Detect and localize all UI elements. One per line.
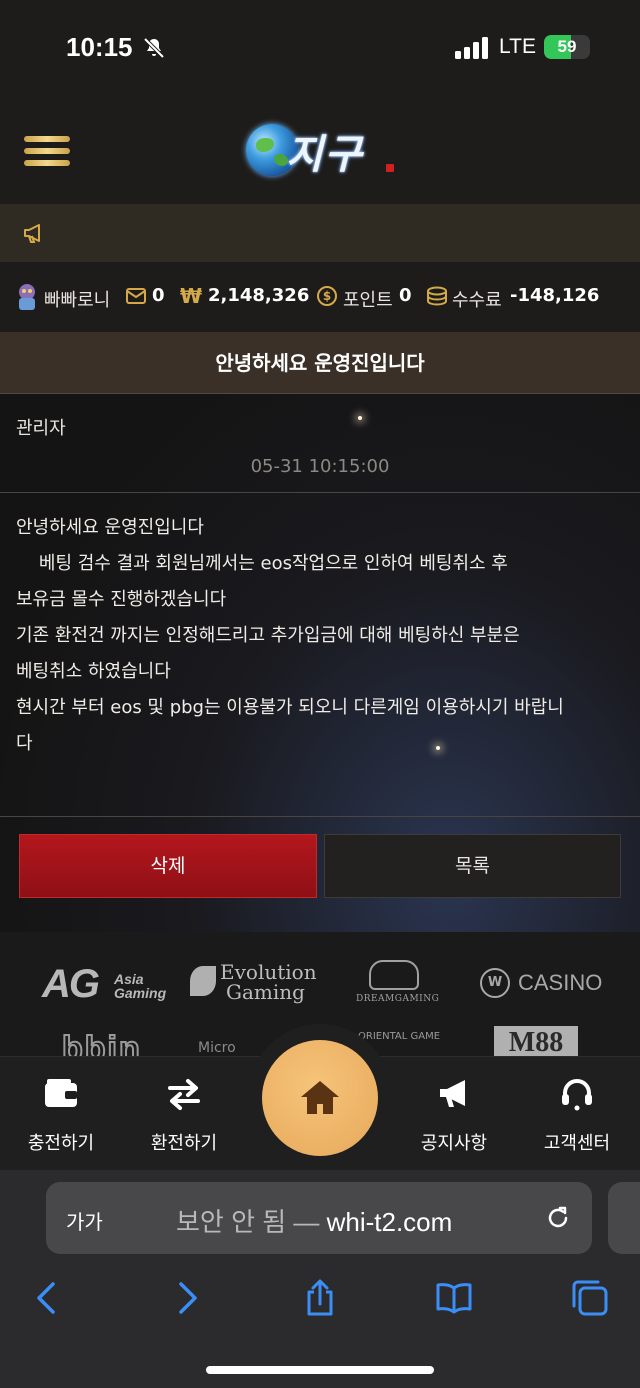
post-title-bar: 안녕하세요 운영진입니다 <box>0 332 640 394</box>
won-currency-icon: ₩ <box>180 284 203 308</box>
post-body-line: 베팅 검수 결과 회원님께서는 eos작업으로 인하여 베팅취소 후 <box>16 553 508 574</box>
nav-support-label: 고객센터 <box>543 1133 611 1154</box>
provider-ag-sub1: Asia <box>114 971 144 987</box>
points-label: 포인트 <box>343 290 393 311</box>
back-icon[interactable] <box>28 1278 68 1318</box>
divider <box>0 492 640 493</box>
provider-logo-m88: M88 <box>494 1026 578 1056</box>
user-info-bar: 빠빠로니 0 ₩ 2,148,326 $ 포인트 0 수수료 -148,126 <box>0 262 640 332</box>
bookmarks-icon[interactable] <box>434 1278 474 1318</box>
evolution-mark-icon <box>190 966 216 996</box>
post-body: 안녕하세요 운영진입니다 베팅 검수 결과 회원님께서는 eos작업으로 인하여… <box>16 510 628 762</box>
home-icon <box>301 1081 339 1114</box>
nav-support[interactable]: 고객센터 <box>527 1057 627 1171</box>
dragon-emblem-icon <box>369 960 419 990</box>
provider-evo-line2: Gaming <box>226 980 305 1004</box>
address-bar[interactable]: 가가 보안 안 됨 — whi-t2.com <box>46 1182 592 1254</box>
provider-evo-line1: Evolution <box>220 960 317 984</box>
mail-icon[interactable] <box>126 287 146 305</box>
url-domain: whi-t2.com <box>326 1207 453 1237</box>
wallet-icon <box>45 1079 77 1107</box>
reload-icon[interactable] <box>544 1204 572 1232</box>
hamburger-icon[interactable] <box>24 136 70 166</box>
nav-withdraw[interactable]: 환전하기 <box>134 1057 234 1171</box>
message-count: 0 <box>152 285 165 306</box>
fee-value: -148,126 <box>510 285 600 306</box>
post-title: 안녕하세요 운영진입니다 <box>215 351 425 375</box>
post-date: 05-31 10:15:00 <box>250 456 390 477</box>
bell-muted-icon <box>143 37 165 59</box>
delete-button[interactable]: 삭제 <box>19 834 317 898</box>
wm-badge-icon: W <box>480 968 510 998</box>
post-body-line: 다 <box>16 733 33 754</box>
post-body-line: 기존 환전건 까지는 인정해드리고 추가입금에 대해 베팅하신 부분은 <box>16 625 520 646</box>
divider <box>0 816 640 817</box>
forward-icon[interactable] <box>166 1278 206 1318</box>
share-icon[interactable] <box>300 1278 340 1318</box>
provider-ag-sub2: Gaming <box>114 985 167 1001</box>
balance-value: 2,148,326 <box>208 285 310 306</box>
network-type: LTE <box>499 35 536 58</box>
provider-evolution-text: Evolution Gaming <box>220 962 317 1002</box>
logo-text: 지구 <box>286 131 364 178</box>
notice-bar[interactable] <box>0 204 640 262</box>
post-body-line: 현시간 부터 eos 및 pbg는 이용불가 되오니 다른게임 이용하시기 바랍… <box>16 697 564 718</box>
coin-icon: $ <box>317 286 337 306</box>
provider-ag-sub: Asia Gaming <box>114 972 166 1000</box>
post-body-line: 보유금 몰수 진행하겠습니다 <box>16 589 227 610</box>
provider-logo-oriental: ORIENTAL GAME <box>358 1031 441 1042</box>
nav-deposit-label: 충전하기 <box>27 1133 95 1154</box>
megaphone-icon <box>440 1080 465 1107</box>
browser-toolbar: 가가 보안 안 됨 — whi-t2.com <box>0 1170 640 1388</box>
tabs-icon[interactable] <box>570 1278 610 1318</box>
site-header: 지구 <box>0 96 640 204</box>
points-value: 0 <box>399 285 412 306</box>
megaphone-icon <box>24 224 40 243</box>
status-bar: 10:15 LTE 59 <box>0 0 640 96</box>
signal-icon <box>455 37 488 59</box>
nav-deposit[interactable]: 충전하기 <box>11 1057 111 1171</box>
post-body-line: 베팅취소 하였습니다 <box>16 661 171 682</box>
provider-ag-text: AG <box>42 962 100 1006</box>
sparkle <box>358 416 362 420</box>
logo-seal <box>386 164 394 172</box>
provider-wm-text: CASINO <box>518 970 603 995</box>
fee-label: 수수료 <box>452 290 502 311</box>
home-indicator <box>206 1366 434 1374</box>
battery-icon: 59 <box>544 35 590 59</box>
headset-icon <box>562 1079 592 1111</box>
nav-withdraw-label: 환전하기 <box>150 1133 218 1154</box>
url-display[interactable]: 보안 안 됨 — whi-t2.com <box>176 1202 452 1239</box>
provider-logo-micro: Micro <box>198 1040 236 1056</box>
next-tab-pill[interactable] <box>608 1182 640 1254</box>
site-logo[interactable]: 지구 <box>246 122 400 180</box>
home-button[interactable] <box>262 1040 378 1156</box>
provider-logo-ag: AG Asia Gaming <box>42 962 166 1007</box>
post-body-line: 안녕하세요 운영진입니다 <box>16 517 204 538</box>
text-size-button[interactable]: 가가 <box>66 1206 103 1235</box>
list-button[interactable]: 목록 <box>324 834 621 898</box>
status-time: 10:15 <box>66 32 133 62</box>
avatar <box>19 284 35 310</box>
provider-dream-text: DREAMGAMING <box>356 994 440 1004</box>
nav-notice[interactable]: 공지사항 <box>404 1057 504 1171</box>
username[interactable]: 빠빠로니 <box>44 286 110 312</box>
post-author: 관리자 <box>16 418 66 439</box>
post-content: 안녕하세요 운영진입니다 관리자 05-31 10:15:00 안녕하세요 운영… <box>0 332 640 932</box>
nav-notice-label: 공지사항 <box>420 1133 488 1154</box>
security-warning: 보안 안 됨 — <box>176 1207 320 1237</box>
provider-logo-dreamgaming: DREAMGAMING <box>356 960 440 1004</box>
exchange-arrows-icon <box>168 1079 200 1110</box>
provider-logo-bbin: bbin <box>61 1029 142 1056</box>
battery-percent: 59 <box>557 37 577 56</box>
coin-stack-icon <box>427 286 447 306</box>
